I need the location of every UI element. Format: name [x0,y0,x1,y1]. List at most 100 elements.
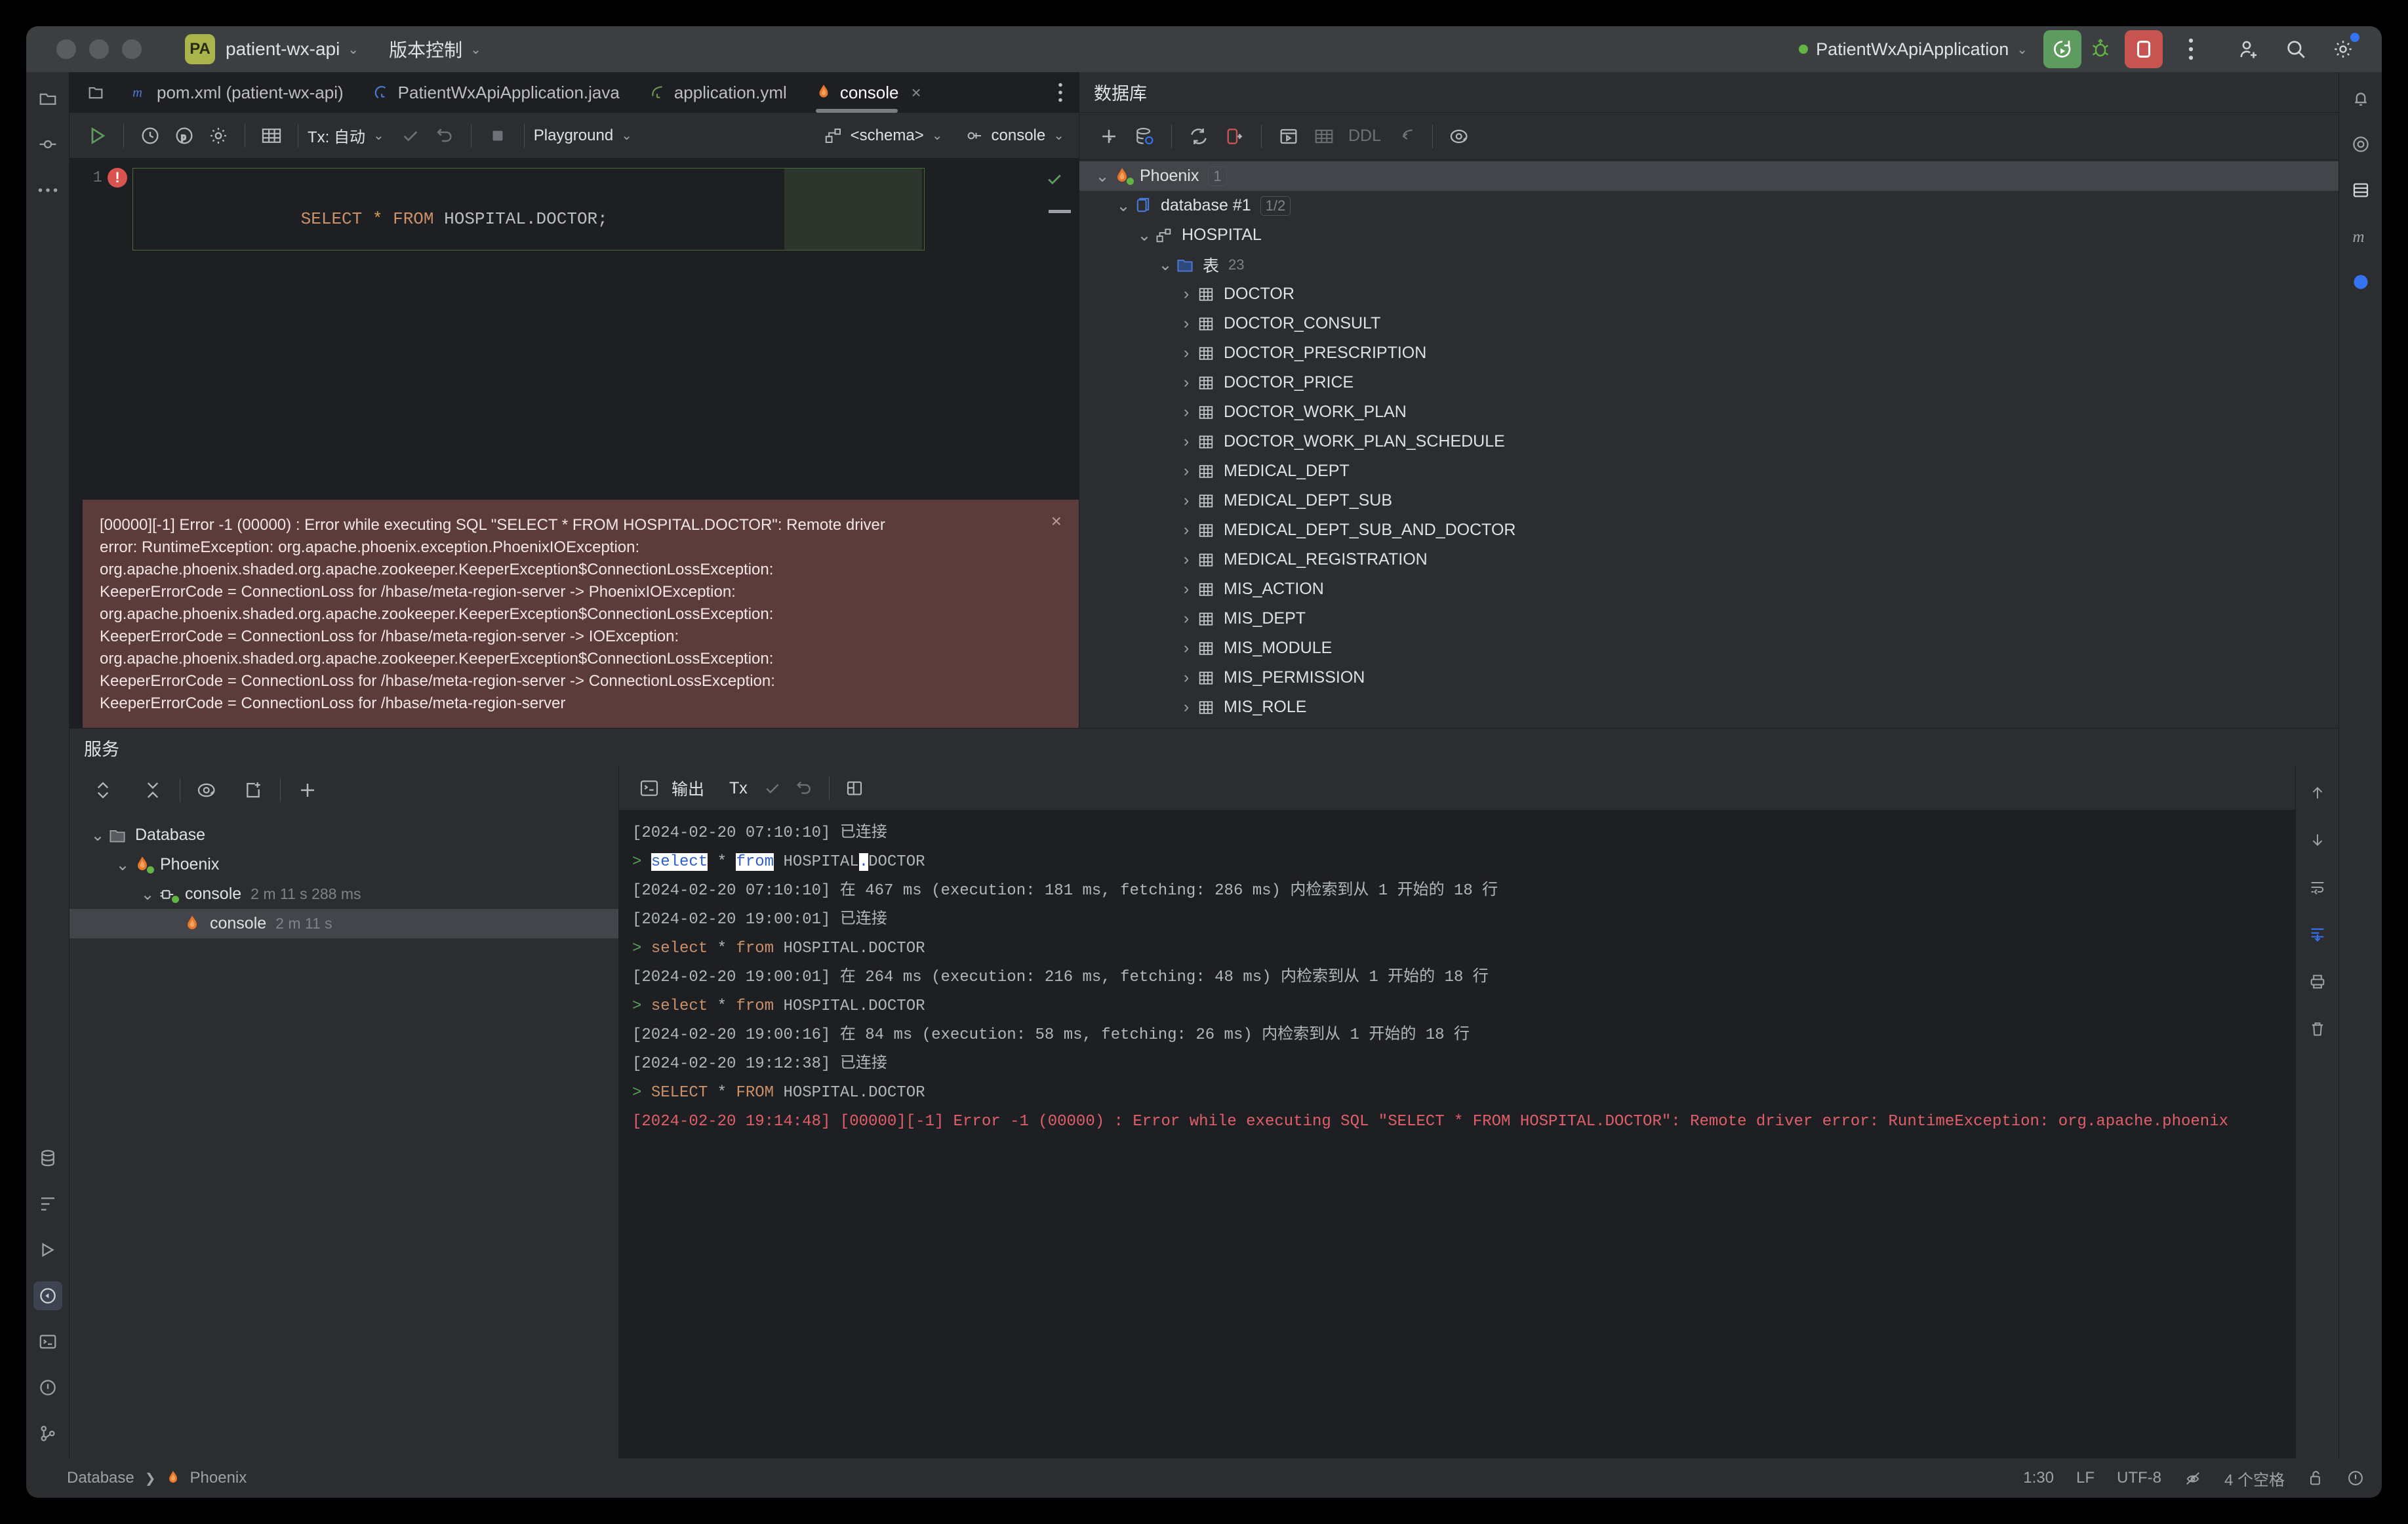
minimize-window-button[interactable] [89,39,109,59]
terminal-tool-icon[interactable] [33,1327,62,1356]
chevron-right-icon[interactable]: › [1178,432,1195,451]
database-refresh-icon[interactable] [1127,119,1162,154]
line-separator-label[interactable]: LF [2076,1469,2095,1487]
window-controls[interactable] [56,39,142,59]
project-name-label[interactable]: patient-wx-api [226,39,340,60]
debug-button[interactable] [2081,30,2119,68]
lock-open-icon[interactable] [2307,1469,2324,1487]
more-tools-icon[interactable] [33,176,62,205]
services-tree[interactable]: ⌄ Database ⌄ Phoenix ⌄ console 2 m 11 s 288 ms… [70,814,618,1458]
tab-pom-xml[interactable]: m pom.xml (patient-wx-api) [117,72,358,113]
chevron-right-icon[interactable]: › [1178,314,1195,332]
db-tree-row[interactable]: › DOCTOR_CONSULT [1079,309,2338,338]
db-tree-row[interactable]: › MIS_DEPT [1079,604,2338,633]
chevron-down-icon[interactable]: ⌄ [470,41,481,58]
search-icon[interactable] [2277,30,2315,68]
chevron-right-icon[interactable]: › [1178,609,1195,628]
project-files-icon[interactable] [81,78,110,107]
db-tree-row[interactable]: › MEDICAL_DEPT_SUB_AND_DOCTOR [1079,515,2338,545]
services-tree-row[interactable]: ⌄ Phoenix [70,850,618,879]
soft-wrap-icon[interactable] [2303,873,2332,902]
db-tree-row[interactable]: › DOCTOR_PRICE [1079,368,2338,397]
session-selector-label[interactable]: console [992,127,1046,145]
trash-icon[interactable] [2303,1014,2332,1043]
db-tree-row[interactable]: ⌄ Phoenix 1 [1079,161,2338,191]
chevron-down-icon[interactable]: ⌄ [1053,127,1064,144]
db-tree-row[interactable]: › DOCTOR_WORK_PLAN [1079,397,2338,427]
db-tree-row[interactable]: › MEDICAL_DEPT [1079,456,2338,486]
ai-assistant-icon[interactable] [2346,130,2375,159]
breadcrumb-root[interactable]: Database [67,1469,134,1487]
db-tree-row[interactable]: › MIS_PERMISSION [1079,663,2338,692]
db-tree-row[interactable]: › DOCTOR [1079,279,2338,309]
eye-icon[interactable] [1442,119,1477,154]
notifications-icon[interactable] [2346,84,2375,113]
chevron-right-icon[interactable]: › [1178,462,1195,480]
database-tool-icon[interactable] [33,1144,62,1173]
error-gutter-icon[interactable]: ! [108,168,127,188]
rollback-transaction-icon[interactable] [428,119,462,153]
notifications-icon[interactable] [2346,1469,2365,1487]
chevron-down-icon[interactable]: ⌄ [621,127,632,144]
db-tree-row[interactable]: › MIS_MODULE [1079,633,2338,663]
plus-icon[interactable] [1091,119,1127,154]
services-tree-row[interactable]: ⌄ console 2 m 11 s 288 ms [70,879,618,909]
chevron-down-icon[interactable]: ⌄ [89,826,106,845]
chevron-down-icon[interactable]: ⌄ [1115,197,1132,215]
chevron-right-icon[interactable]: › [1178,403,1195,421]
close-window-button[interactable] [56,39,76,59]
services-tree-row[interactable]: console 2 m 11 s [70,909,618,938]
chevron-right-icon[interactable]: › [1178,521,1195,539]
no-read-only-icon[interactable] [2184,1469,2202,1487]
db-tree-row[interactable]: › MEDICAL_DEPT_SUB [1079,486,2338,515]
vcs-menu-label[interactable]: 版本控制 [389,36,462,62]
chevron-right-icon[interactable]: › [1178,344,1195,362]
stop-query-icon[interactable] [481,119,515,153]
tab-options-icon[interactable] [1058,83,1063,102]
problems-tool-icon[interactable] [33,1373,62,1402]
new-session-icon[interactable] [235,772,271,808]
db-tree-row[interactable]: › MIS_ROLE [1079,692,2338,722]
plus-icon[interactable] [290,772,325,808]
tab-patient-wx-api-application-java[interactable]: PatientWxApiApplication.java [358,72,634,113]
db-tree-row[interactable]: › MIS_ACTION [1079,574,2338,604]
caret-position-label[interactable]: 1:30 [2023,1469,2054,1487]
eye-icon[interactable] [190,772,225,808]
db-tree-row[interactable]: › MEDICAL_REGISTRATION [1079,545,2338,574]
chevron-right-icon[interactable]: › [1178,668,1195,687]
gear-icon[interactable] [201,119,235,153]
split-view-icon[interactable] [839,772,870,804]
chevron-right-icon[interactable]: › [1178,491,1195,510]
code-line[interactable]: SELECT * FROM HOSPITAL.DOCTOR; [132,168,925,251]
chevron-right-icon[interactable]: › [1178,580,1195,598]
playground-label[interactable]: Playground [534,127,613,145]
close-icon[interactable]: × [1051,510,1062,532]
chevron-right-icon[interactable]: › [1178,373,1195,391]
chevron-down-icon[interactable]: ⌄ [114,856,131,874]
chevron-right-icon[interactable]: › [1178,285,1195,303]
output-console-log[interactable]: [2024-02-20 07:10:10] 已连接 > select * from… [619,810,2295,1458]
commit-transaction-icon[interactable] [393,119,428,153]
run-tool-icon[interactable] [33,1235,62,1264]
sql-editor[interactable]: 1 ! SELECT * FROM HOSPITAL.DOCTOR; × [00… [70,159,1079,728]
services-tree-row[interactable]: ⌄ Database [70,820,618,850]
chevron-down-icon[interactable]: ⌄ [1094,167,1111,186]
tab-console[interactable]: console × [801,72,936,113]
project-tool-icon[interactable] [33,84,62,113]
services-tool-icon[interactable] [33,1281,62,1310]
scroll-up-icon[interactable] [2303,778,2332,807]
db-tree-row[interactable]: ⌄ 表 23 [1079,250,2338,279]
scroll-down-icon[interactable] [2303,826,2332,854]
db-tree-row[interactable]: › DOCTOR_WORK_PLAN_SCHEDULE [1079,427,2338,456]
db-tree-row[interactable]: › DOCTOR_PRESCRIPTION [1079,338,2338,368]
rollback-transaction-icon[interactable] [788,772,820,804]
stop-session-icon[interactable] [1216,119,1252,154]
maven-panel-icon[interactable]: m [2346,222,2375,251]
git-tool-icon[interactable] [33,1419,62,1448]
breadcrumb-leaf[interactable]: Phoenix [190,1469,247,1487]
expand-all-icon[interactable] [85,772,121,808]
encoding-label[interactable]: UTF-8 [2117,1469,2161,1487]
transaction-label[interactable]: Tx [729,779,748,798]
sync-icon[interactable] [1181,119,1216,154]
structure-tool-icon[interactable] [33,1190,62,1218]
